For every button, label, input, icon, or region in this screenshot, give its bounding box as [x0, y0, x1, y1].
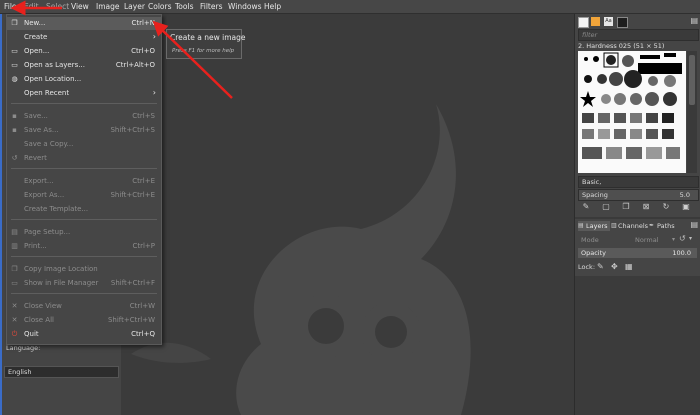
annotation-arrows	[10, 0, 233, 99]
arrow-to-new-item	[152, 20, 233, 99]
